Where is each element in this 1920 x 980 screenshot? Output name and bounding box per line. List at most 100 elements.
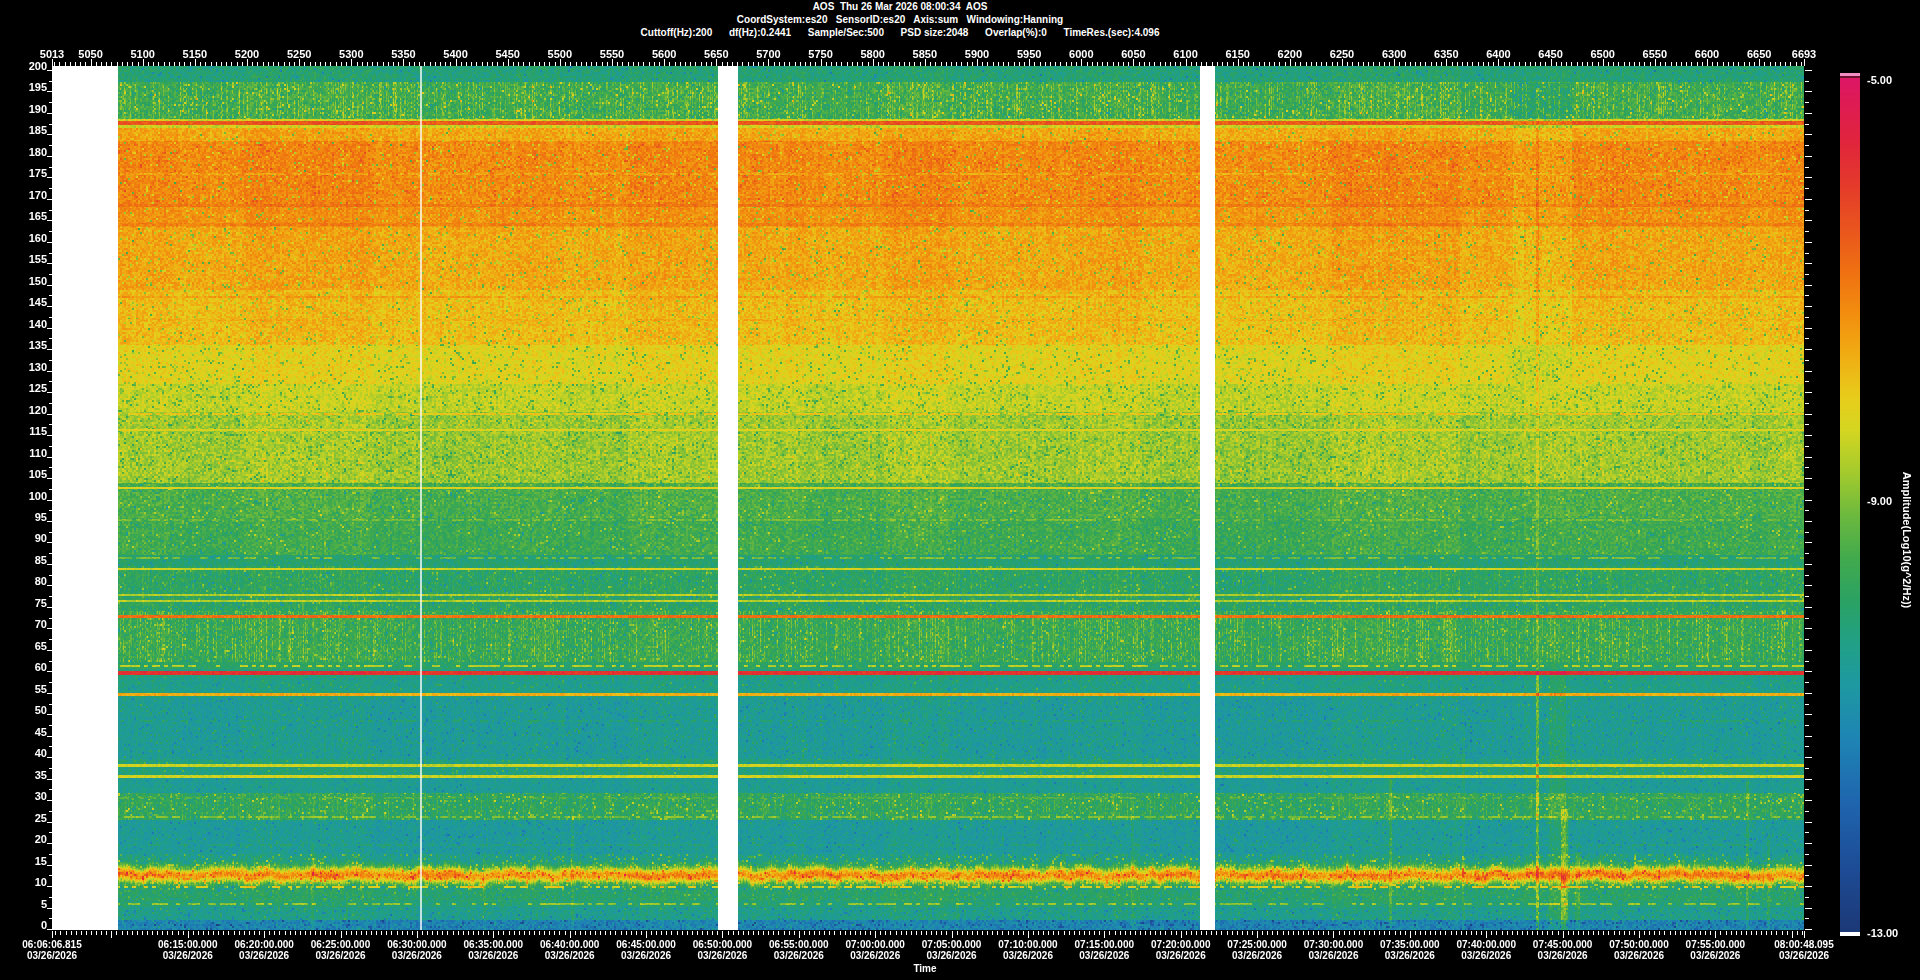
time-value: 07:30:00.000 [1304,940,1364,951]
top-axis-tick-label: 5500 [548,48,572,60]
time-value: 07:55:00.000 [1686,940,1746,951]
spectrogram-canvas [52,66,1804,930]
time-value: 07:15:00.000 [1075,940,1135,951]
left-axis-tick-label: 150 [29,275,47,287]
top-axis-tick-label: 5050 [78,48,102,60]
time-axis-label: 07:30:00.00003/26/2026 [1304,940,1364,961]
time-axis-label: 06:50:00.00003/26/2026 [693,940,753,961]
top-axis-tick-label: 6650 [1747,48,1771,60]
top-axis-tick-label: 5100 [130,48,154,60]
top-axis-tick-label: 6500 [1590,48,1614,60]
time-axis-label: 07:55:00.00003/26/2026 [1686,940,1746,961]
left-axis-tick-label: 95 [35,511,47,523]
date-value: 03/26/2026 [693,951,753,962]
top-axis-tick-label: 5450 [495,48,519,60]
time-value: 07:40:00.000 [1456,940,1516,951]
time-value: 06:50:00.000 [693,940,753,951]
top-axis-tick-label: 5800 [860,48,884,60]
time-axis-label: 07:15:00.00003/26/2026 [1075,940,1135,961]
top-axis-tick-label: 6600 [1695,48,1719,60]
left-axis-tick-label: 195 [29,81,47,93]
colorbar-canvas [1840,73,1860,936]
date-value: 03/26/2026 [1075,951,1135,962]
time-value: 07:50:00.000 [1609,940,1669,951]
top-axis-tick-label: 6150 [1225,48,1249,60]
top-axis-tick-label: 6100 [1173,48,1197,60]
colorbar-tick-label: -9.00 [1867,495,1892,507]
time-axis-label: 06:06:06.81503/26/2026 [22,940,82,961]
top-axis-tick-label: 5400 [443,48,467,60]
time-axis-label: 07:25:00.00003/26/2026 [1227,940,1287,961]
top-axis-tick-label: 6300 [1382,48,1406,60]
time-value: 07:45:00.000 [1533,940,1593,951]
left-axis-tick-label: 115 [29,425,47,437]
left-axis-tick-label: 45 [35,726,47,738]
date-value: 03/26/2026 [1609,951,1669,962]
time-value: 06:15:00.000 [158,940,218,951]
left-axis-tick-label: 20 [35,833,47,845]
time-value: 07:25:00.000 [1227,940,1287,951]
top-axis-tick-label: 5200 [235,48,259,60]
time-value: 06:45:00.000 [616,940,676,951]
top-axis-tick-label: 5300 [339,48,363,60]
left-axis-tick-label: 135 [29,339,47,351]
date-value: 03/26/2026 [464,951,524,962]
time-axis-label: 06:25:00.00003/26/2026 [311,940,371,961]
time-value: 06:20:00.000 [234,940,294,951]
left-axis-tick-label: 185 [29,124,47,136]
left-axis-tick-label: 70 [35,618,47,630]
colorbar-tick-label: -13.00 [1867,927,1898,939]
top-axis-tick-label: 6000 [1069,48,1093,60]
time-axis-label: 06:20:00.00003/26/2026 [234,940,294,961]
top-axis-tick-label: 5150 [183,48,207,60]
date-value: 03/26/2026 [1380,951,1440,962]
time-axis-label: 07:50:00.00003/26/2026 [1609,940,1669,961]
date-value: 03/26/2026 [158,951,218,962]
colorbar-axis-label: Amplitude(Log10(g^2/Hz)) [1901,472,1913,609]
time-axis-label: 07:20:00.00003/26/2026 [1151,940,1211,961]
date-value: 03/26/2026 [1456,951,1516,962]
date-value: 03/26/2026 [769,951,829,962]
top-axis-tick-label: 5350 [391,48,415,60]
left-axis-tick-label: 145 [29,296,47,308]
time-axis-label: 08:00:48.09503/26/2026 [1774,940,1834,961]
date-value: 03/26/2026 [234,951,294,962]
top-axis-tick-label: 5250 [287,48,311,60]
top-axis-tick-label: 5013 [40,48,64,60]
date-value: 03/26/2026 [387,951,447,962]
colorbar-tick-label: -5.00 [1867,74,1892,86]
left-axis-tick-label: 30 [35,790,47,802]
date-value: 03/26/2026 [998,951,1058,962]
left-axis-tick-label: 75 [35,597,47,609]
left-axis-tick-label: 80 [35,575,47,587]
time-axis-label: 06:30:00.00003/26/2026 [387,940,447,961]
date-value: 03/26/2026 [1227,951,1287,962]
time-value: 06:06:06.815 [22,940,82,951]
left-axis-tick-label: 155 [29,253,47,265]
time-value: 06:55:00.000 [769,940,829,951]
time-value: 06:40:00.000 [540,940,600,951]
top-axis-tick-label: 5600 [652,48,676,60]
left-axis-tick-label: 60 [35,661,47,673]
left-axis-tick-label: 85 [35,554,47,566]
time-axis-label: 06:40:00.00003/26/2026 [540,940,600,961]
top-axis-tick-label: 5700 [756,48,780,60]
time-axis-label: 07:00:00.00003/26/2026 [845,940,905,961]
time-axis-label: 06:35:00.00003/26/2026 [464,940,524,961]
left-axis-tick-label: 130 [29,361,47,373]
time-axis-label: 07:05:00.00003/26/2026 [922,940,982,961]
date-value: 03/26/2026 [1304,951,1364,962]
date-value: 03/26/2026 [540,951,600,962]
date-value: 03/26/2026 [22,951,82,962]
time-value: 06:35:00.000 [464,940,524,951]
left-axis-tick-label: 165 [29,210,47,222]
top-axis-tick-label: 6050 [1121,48,1145,60]
left-axis-tick-label: 100 [29,490,47,502]
time-axis-label: 07:40:00.00003/26/2026 [1456,940,1516,961]
time-value: 08:00:48.095 [1774,940,1834,951]
top-axis-tick-label: 6400 [1486,48,1510,60]
left-axis-tick-label: 5 [41,898,47,910]
time-axis-label: 07:10:00.00003/26/2026 [998,940,1058,961]
left-axis-tick-label: 125 [29,382,47,394]
date-value: 03/26/2026 [845,951,905,962]
